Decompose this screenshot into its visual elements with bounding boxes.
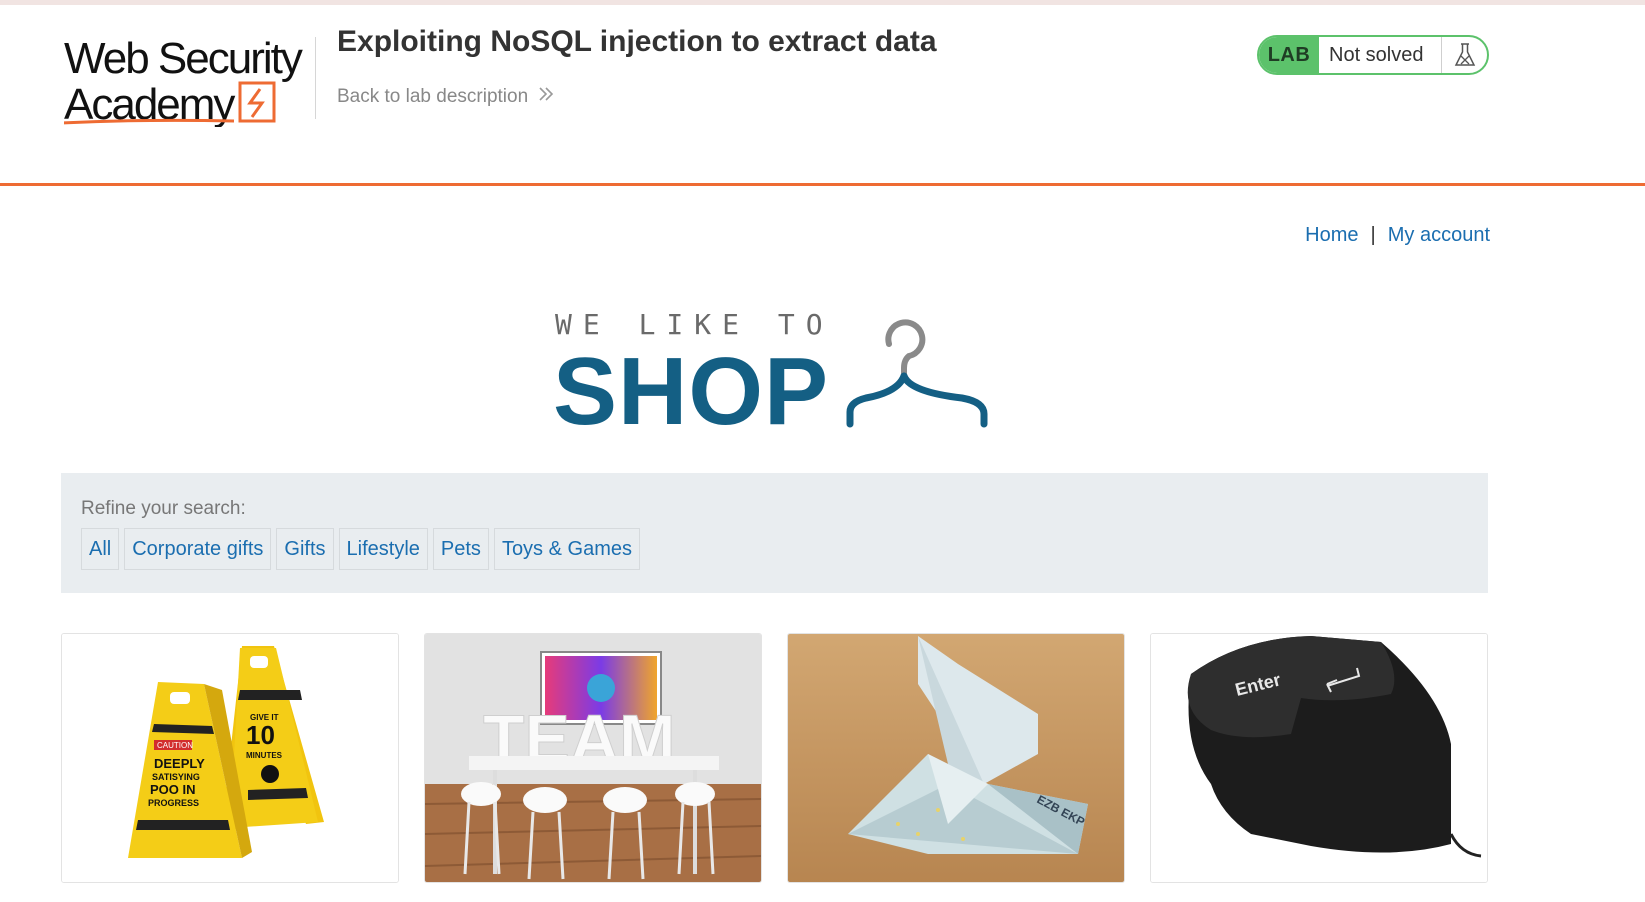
product-card-team-office[interactable]: TEAM <box>424 633 762 883</box>
filter-panel: Refine your search: All Corporate gifts … <box>61 473 1488 593</box>
double-chevron-right-icon <box>538 86 554 108</box>
hanger-icon <box>846 314 996 439</box>
web-security-academy-logo[interactable]: Web Security Academy <box>64 31 314 127</box>
sign-left-line3: SATISYING <box>152 772 200 782</box>
academy-header: Web Security Academy Exploiting NoSQL in… <box>0 5 1645 185</box>
lab-title: Exploiting NoSQL injection to extract da… <box>337 25 937 58</box>
filter-gifts[interactable]: Gifts <box>276 528 334 570</box>
top-nav: Home | My account <box>1305 224 1490 247</box>
sign-left-line1: CAUTION <box>157 741 193 750</box>
flask-icon <box>1441 37 1487 73</box>
filter-all[interactable]: All <box>81 528 120 570</box>
shop-logo-big-text: SHOP <box>553 338 830 445</box>
shop-logo-small-text: WE LIKE TO <box>555 308 834 341</box>
sign-right-line3: MINUTES <box>246 751 283 760</box>
product-card-origami-bird[interactable]: EZB EKP <box>787 633 1125 883</box>
sign-left-line4: POO IN <box>150 782 196 797</box>
filter-list: All Corporate gifts Gifts Lifestyle Pets… <box>81 528 640 570</box>
nav-home-link[interactable]: Home <box>1305 224 1358 247</box>
sign-right-line2: 10 <box>246 720 275 750</box>
back-to-lab-description-link[interactable]: Back to lab description <box>337 86 554 108</box>
filter-lifestyle[interactable]: Lifestyle <box>338 528 428 570</box>
product-grid: GIVE IT 10 MINUTES CAUTION DEEPLY SATISY… <box>61 633 1488 883</box>
filter-corporate-gifts[interactable]: Corporate gifts <box>124 528 272 570</box>
filter-toys-games[interactable]: Toys & Games <box>493 528 640 570</box>
shop-logo: WE LIKE TO SHOP <box>553 308 1003 445</box>
lab-badge: LAB <box>1259 37 1319 73</box>
header-divider <box>315 37 316 119</box>
sign-left-line2: DEEPLY <box>154 756 205 771</box>
filter-pets[interactable]: Pets <box>432 528 489 570</box>
lab-status-text: Not solved <box>1329 43 1424 66</box>
product-card-giant-enter-key[interactable]: Enter <box>1150 633 1488 883</box>
header-orange-rule <box>0 183 1645 186</box>
nav-separator: | <box>1370 224 1376 246</box>
back-link-label: Back to lab description <box>337 86 529 107</box>
product-card-wet-floor-signs[interactable]: GIVE IT 10 MINUTES CAUTION DEEPLY SATISY… <box>61 633 399 883</box>
nav-my-account-link[interactable]: My account <box>1388 224 1490 247</box>
sign-left-line5: PROGRESS <box>148 798 199 808</box>
filter-label: Refine your search: <box>81 498 246 519</box>
logo-line1: Web Security <box>64 34 303 83</box>
lab-status-widget: LAB Not solved <box>1257 35 1489 75</box>
